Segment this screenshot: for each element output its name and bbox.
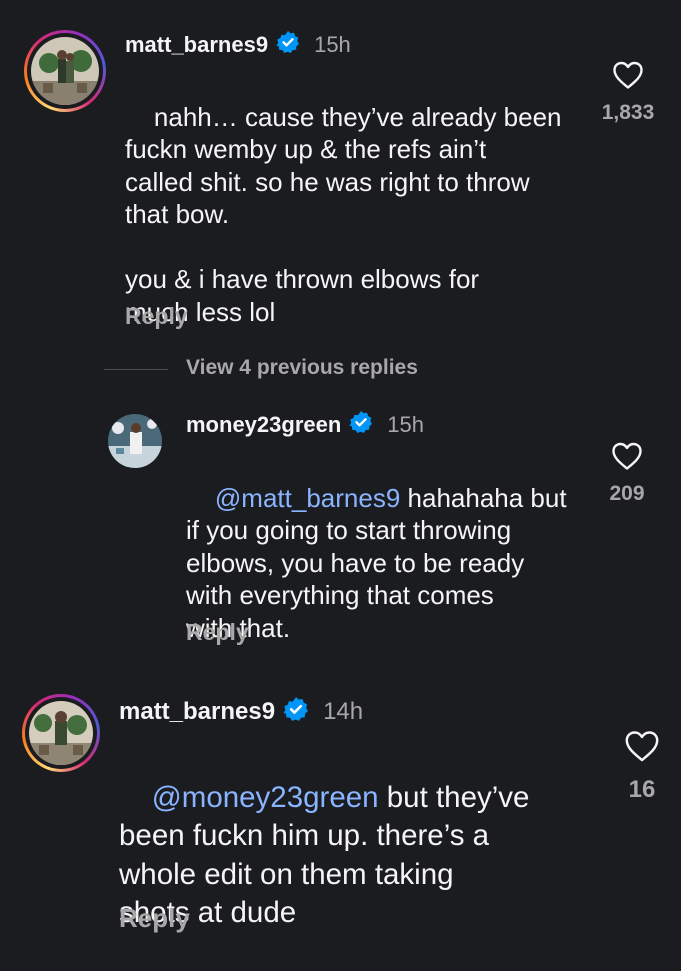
avatar-story-ring[interactable] [24, 30, 106, 112]
heart-outline-icon [606, 729, 678, 768]
like-button[interactable]: 16 [606, 729, 678, 804]
mention-link[interactable]: @matt_barnes9 [215, 483, 400, 513]
reply-button[interactable]: Reply [119, 903, 190, 934]
heart-outline-icon [595, 441, 659, 476]
mention-link[interactable]: @money23green [152, 781, 379, 814]
verified-badge-icon [283, 696, 309, 729]
like-count: 16 [628, 776, 656, 803]
reply-button[interactable]: Reply [125, 303, 188, 330]
avatar [31, 37, 99, 105]
comment-text: nahh… cause they’ve already been fuckn w… [125, 101, 562, 327]
replies-divider [104, 369, 168, 370]
view-previous-replies-button[interactable]: View 4 previous replies [186, 356, 418, 380]
heart-outline-icon [596, 60, 660, 95]
timestamp: 15h [387, 412, 425, 437]
username[interactable]: matt_barnes9 [125, 32, 268, 58]
username[interactable]: matt_barnes9 [119, 698, 275, 726]
avatar[interactable] [108, 414, 162, 468]
timestamp: 15h [314, 32, 351, 57]
like-count: 1,833 [601, 101, 655, 124]
username[interactable]: money23green [186, 412, 341, 438]
like-count: 209 [609, 482, 645, 505]
like-button[interactable]: 1,833 [596, 60, 660, 125]
avatar-story-ring[interactable] [22, 694, 100, 772]
avatar [29, 701, 93, 765]
reply-button[interactable]: Reply [186, 619, 249, 646]
comment-text: @money23green but they’ve been fuckn him… [119, 780, 530, 930]
verified-badge-icon [349, 410, 373, 440]
like-button[interactable]: 209 [595, 441, 659, 506]
timestamp: 14h [323, 698, 364, 725]
verified-badge-icon [276, 30, 300, 60]
